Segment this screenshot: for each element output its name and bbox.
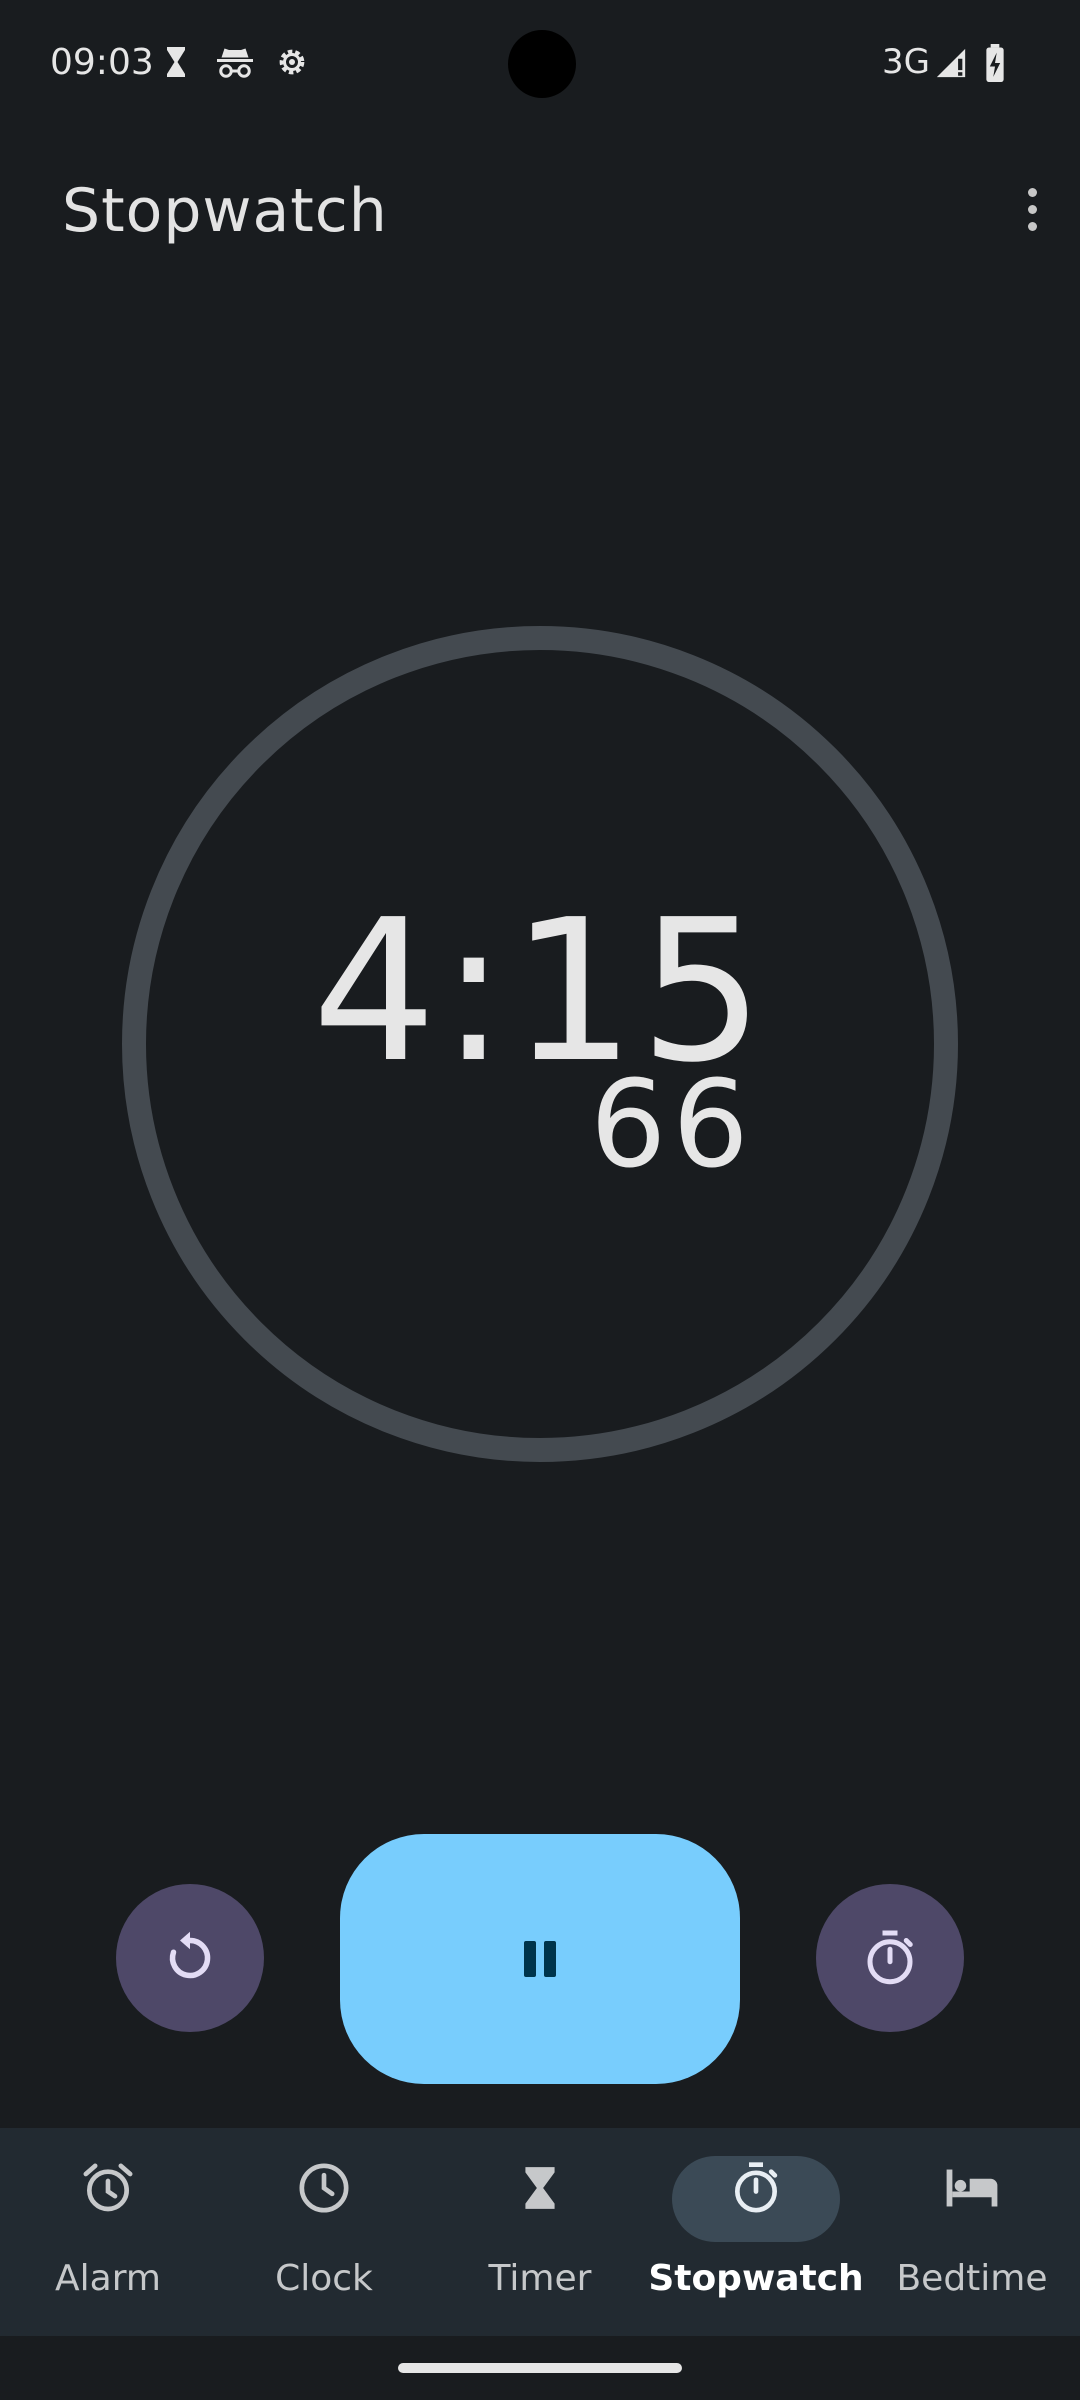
incognito-icon	[214, 44, 256, 80]
alarm-icon	[78, 2158, 138, 2218]
nav-label-alarm: Alarm	[55, 2258, 161, 2299]
elapsed-hundredths: 66	[590, 1056, 755, 1195]
elapsed-time: 4:15	[311, 878, 769, 1106]
bed-icon	[942, 2158, 1002, 2218]
stopwatch-icon	[726, 2158, 786, 2218]
reset-icon	[169, 1931, 211, 1979]
page-title: Stopwatch	[62, 176, 388, 246]
overflow-menu-icon[interactable]	[1022, 188, 1042, 240]
nav-label-bedtime: Bedtime	[896, 2258, 1048, 2299]
hourglass-icon	[510, 2158, 570, 2218]
pause-button[interactable]	[340, 1834, 740, 2084]
nav-item-alarm[interactable]: Alarm	[0, 2128, 216, 2336]
home-indicator[interactable]	[398, 2363, 682, 2373]
nav-label-clock: Clock	[275, 2258, 373, 2299]
network-type: 3G	[882, 42, 930, 82]
signal-icon	[934, 46, 968, 80]
nav-label-stopwatch: Stopwatch	[648, 2258, 864, 2299]
nav-item-clock[interactable]: Clock	[216, 2128, 432, 2336]
battery-charging-icon	[984, 44, 1006, 82]
front-camera	[508, 30, 576, 98]
nav-item-bedtime[interactable]: Bedtime	[864, 2128, 1080, 2336]
lap-button[interactable]	[816, 1884, 964, 2032]
reset-button[interactable]	[116, 1884, 264, 2032]
stopwatch-lap-icon	[867, 1930, 913, 1985]
status-time: 09:03	[50, 42, 154, 83]
hourglass-icon	[158, 44, 194, 80]
nav-label-timer: Timer	[488, 2258, 592, 2299]
nav-item-stopwatch[interactable]: Stopwatch	[648, 2128, 864, 2336]
gear-icon	[274, 44, 310, 80]
nav-item-timer[interactable]: Timer	[432, 2128, 648, 2336]
pause-icon	[524, 1941, 556, 1977]
clock-icon	[294, 2158, 354, 2218]
